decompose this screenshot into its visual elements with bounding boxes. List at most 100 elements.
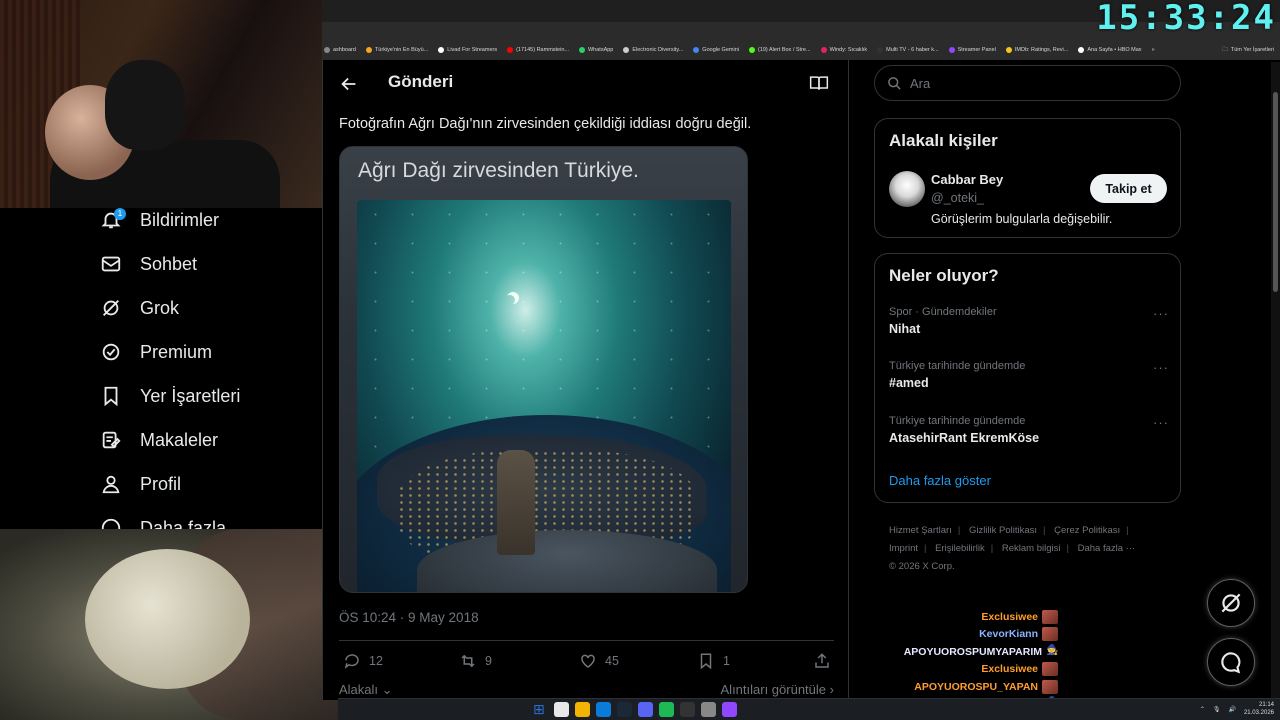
grok-floating-button[interactable] (1207, 579, 1255, 627)
nav-profile-label: Profil (140, 473, 182, 494)
bookmark-item[interactable]: ashboard (324, 47, 356, 53)
taskbar-apps: ⊞ (533, 702, 737, 717)
volume-icon[interactable]: 🔊 (1228, 706, 1235, 713)
footer-cookies[interactable]: Çerez Politikası (1054, 525, 1120, 536)
more-options-icon[interactable]: ··· (1153, 415, 1169, 430)
bookmark-item[interactable]: Livad For Streamers (438, 47, 497, 53)
taskbar-app-icon[interactable] (617, 702, 632, 717)
bookmarks-bar: ashboard Türkiye'nin En Büyü... Livad For … (322, 40, 1280, 60)
divider (339, 640, 834, 641)
nav-bookmarks-label: Yer İşaretleri (140, 385, 241, 406)
footer-accessibility[interactable]: Erişilebilirlik (935, 543, 985, 554)
like-button[interactable]: 45 (579, 652, 619, 670)
nav-premium[interactable]: Premium (100, 341, 212, 363)
taskbar-app-icon[interactable] (596, 702, 611, 717)
nav-chat[interactable]: Sohbet (100, 253, 197, 275)
bookmark-label: (17145) Rammstein... (516, 47, 569, 53)
repost-button[interactable]: 9 (459, 652, 492, 670)
nav-grok[interactable]: Grok (100, 297, 179, 319)
footer-terms[interactable]: Hizmet Şartları (889, 525, 952, 536)
reader-mode-icon[interactable] (809, 74, 829, 92)
back-arrow-icon[interactable] (338, 73, 360, 95)
reply-button[interactable]: 12 (343, 652, 383, 670)
nav-more-label: Daha fazla (140, 517, 227, 530)
repost-count: 9 (485, 654, 492, 668)
sort-label: Alakalı (339, 682, 379, 697)
bookmark-item[interactable]: Türkiye'nin En Büyü... (365, 47, 429, 53)
all-bookmarks-folder[interactable]: 🗀 Tüm Yer İşaretleri (1222, 40, 1274, 60)
messages-floating-button[interactable] (1207, 638, 1255, 686)
windows-start-icon[interactable]: ⊞ (533, 702, 548, 717)
chat-username: APOYUOROSPU_YAPAN (914, 680, 1038, 693)
chat-emote-icon (1042, 609, 1058, 624)
scrollbar-thumb[interactable] (1273, 92, 1278, 292)
show-more-link[interactable]: Daha fazla göster (889, 473, 991, 488)
taskbar-app-icon[interactable] (680, 702, 695, 717)
post-media[interactable]: Ağrı Dağı zirvesinden Türkiye. (339, 146, 748, 593)
nav-profile[interactable]: Profil (100, 473, 181, 495)
tray-clock[interactable]: 21:14 21.03.2026 (1244, 701, 1274, 717)
bookmark-item[interactable]: Windy: Sıcaklık (820, 47, 868, 53)
microphone-icon[interactable]: 🎙 (1213, 706, 1221, 713)
bookmark-item[interactable]: IMDb: Ratings, Revi... (1005, 47, 1068, 53)
trend-item[interactable]: Spor · Gündemdekiler Nihat ··· (889, 306, 1169, 336)
bookmark-label: Türkiye'nin En Büyü... (374, 47, 429, 53)
bookmark-label: Google Gemini (702, 47, 739, 53)
favicon-icon (877, 47, 884, 53)
nav-bookmarks[interactable]: Yer İşaretleri (100, 385, 240, 407)
bookmark-item[interactable]: (17145) Rammstein... (507, 47, 569, 53)
taskbar-app-icon[interactable] (554, 702, 569, 717)
bookmark-item[interactable]: Streamer Panel (948, 47, 996, 53)
bookmark-item[interactable]: Google Gemini (693, 47, 739, 53)
favicon-icon (623, 47, 630, 53)
footer-ads[interactable]: Reklam bilgisi (1002, 543, 1061, 554)
follow-button[interactable]: Takip et (1090, 174, 1167, 203)
bookmark-item[interactable]: Electronic Diversity... (623, 47, 683, 53)
favicon-icon (324, 47, 330, 53)
heart-icon (581, 654, 595, 668)
nav-articles[interactable]: Makaleler (100, 429, 218, 451)
footer-links: Hizmet Şartları | Gizlilik Politikası | Çe… (889, 522, 1179, 576)
footer-imprint[interactable]: Imprint (889, 543, 918, 554)
taskbar-app-icon[interactable] (638, 702, 653, 717)
view-quotes-link[interactable]: Alıntıları görüntüle › (721, 682, 834, 697)
bookmark-item[interactable]: Ana Sayfa • HBO Max (1078, 47, 1142, 53)
bookmark-item[interactable]: Multi TV - 6 haber k... (877, 47, 939, 53)
cloaked-figure (497, 450, 535, 555)
taskbar-app-icon[interactable] (575, 702, 590, 717)
trend-item[interactable]: Türkiye tarihinde gündemde AtasehirRant … (889, 415, 1169, 445)
avatar[interactable] (889, 171, 925, 207)
bookmark-item[interactable]: WhatsApp (578, 47, 613, 53)
chevron-down-icon: ⌄ (381, 682, 393, 697)
footer-more[interactable]: Daha fazla ··· (1078, 543, 1136, 554)
nav-more[interactable]: Daha fazla (100, 517, 226, 529)
more-circle-icon (101, 518, 121, 529)
chevron-right-icon: › (829, 682, 834, 697)
favicon-icon (1078, 47, 1085, 53)
search-box[interactable]: Ara (874, 65, 1181, 101)
taskbar-app-icon[interactable] (701, 702, 716, 717)
bookmark-label: Windy: Sıcaklık (829, 47, 868, 53)
bookmark-item[interactable]: (19) Alert Box / Stre... (748, 47, 811, 53)
sort-relevant-dropdown[interactable]: Alakalı ⌄ (339, 682, 393, 697)
share-icon (815, 653, 829, 668)
taskbar-app-icon[interactable] (659, 702, 674, 717)
nav-chat-label: Sohbet (140, 253, 198, 274)
tray-chevron-icon[interactable]: ⌃ (1200, 706, 1205, 713)
person-name[interactable]: Cabbar Bey (931, 172, 1003, 187)
more-options-icon[interactable]: ··· (1153, 306, 1169, 321)
taskbar-app-icon[interactable] (722, 702, 737, 717)
trend-category: Türkiye tarihinde gündemde (889, 360, 1026, 372)
post-timestamp[interactable]: ÖS 10:24 · 9 May 2018 (339, 610, 479, 625)
share-button[interactable] (813, 652, 831, 670)
trend-item[interactable]: Türkiye tarihinde gündemde #amed ··· (889, 360, 1169, 390)
bookmarks-overflow-button[interactable]: » (1152, 47, 1155, 53)
verified-badge-icon (102, 343, 120, 361)
more-options-icon[interactable]: ··· (1153, 360, 1169, 375)
footer-copyright: © 2026 X Corp. (889, 561, 955, 572)
bookmark-button[interactable]: 1 (697, 652, 730, 670)
footer-privacy[interactable]: Gizlilik Politikası (969, 525, 1037, 536)
article-icon (102, 431, 121, 449)
system-tray: ⌃ 🎙 🔊 21:14 21.03.2026 (1200, 701, 1274, 717)
scrollbar[interactable] (1271, 62, 1280, 700)
